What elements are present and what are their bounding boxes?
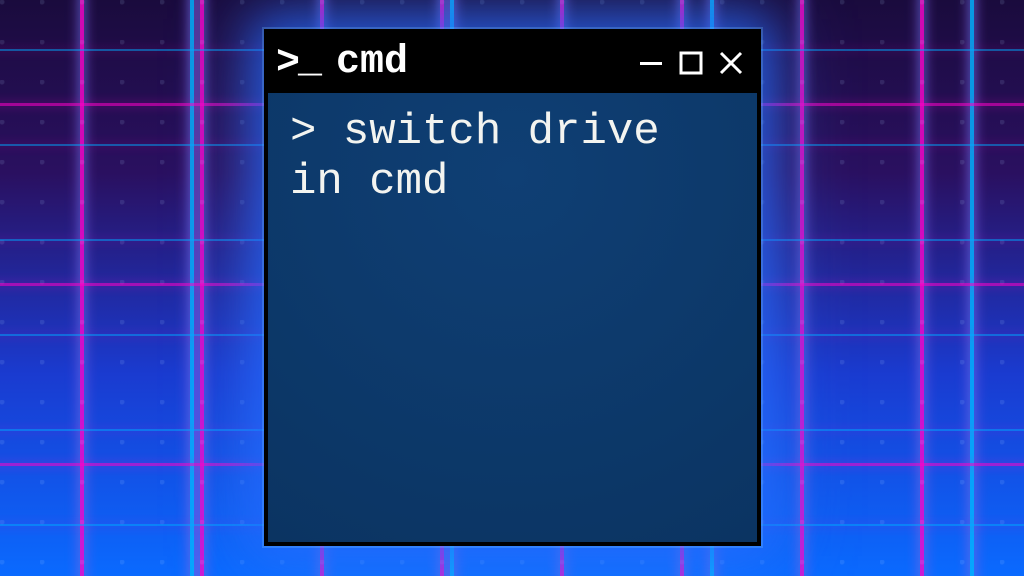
- window-title: cmd: [336, 43, 408, 83]
- command-line: > switch drive in cmd: [290, 107, 735, 207]
- prompt-gt-icon: >: [276, 44, 300, 84]
- maximize-button[interactable]: [677, 49, 705, 77]
- titlebar[interactable]: > _ cmd: [268, 33, 757, 93]
- terminal-icon: > _: [276, 41, 322, 86]
- terminal-window: > _ cmd > switch dr: [264, 29, 761, 546]
- terminal-body[interactable]: > switch drive in cmd: [268, 93, 757, 542]
- cli-prompt: >: [290, 107, 316, 157]
- maximize-icon: [679, 51, 703, 75]
- minimize-button[interactable]: [637, 49, 665, 77]
- minimize-icon: [638, 50, 664, 76]
- cli-command-text: switch drive in cmd: [290, 107, 686, 207]
- window-controls: [637, 49, 745, 77]
- prompt-underscore-icon: _: [298, 39, 322, 84]
- close-icon: [718, 50, 744, 76]
- close-button[interactable]: [717, 49, 745, 77]
